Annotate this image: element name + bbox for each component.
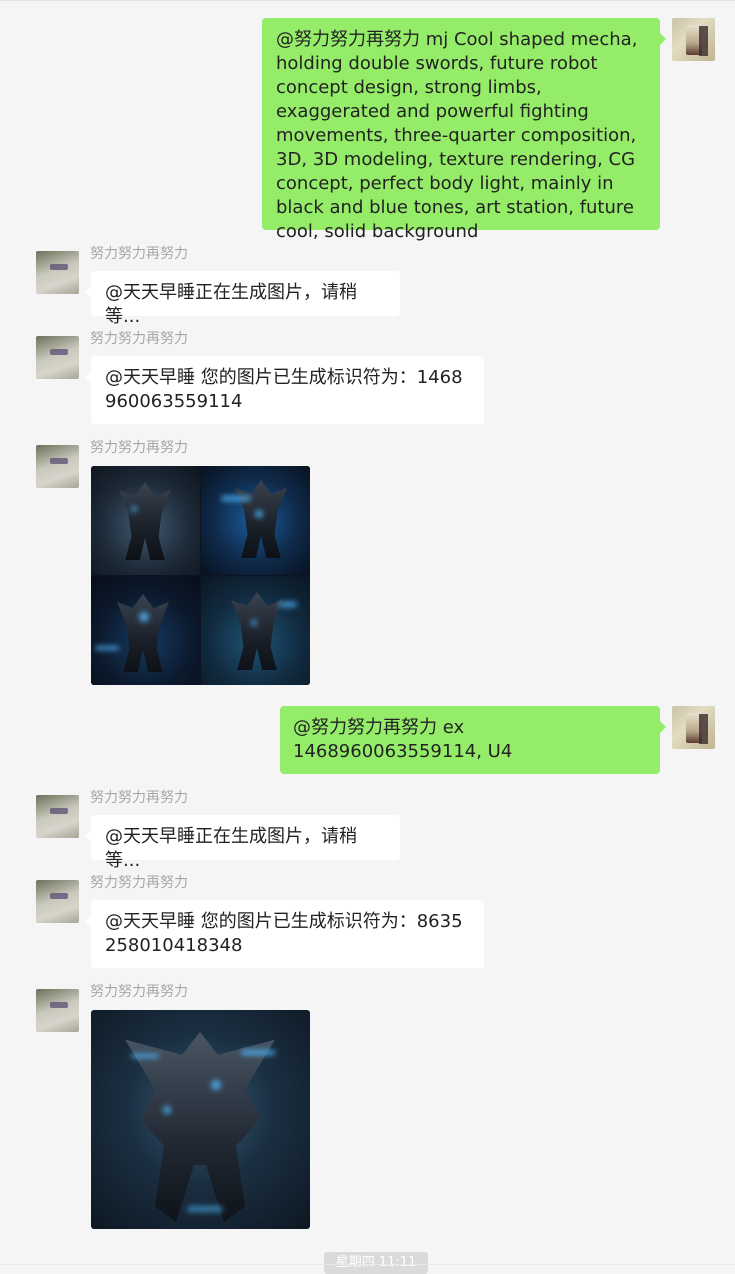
mecha-figure [125, 1032, 275, 1222]
image-variant-3 [91, 576, 200, 685]
my-avatar[interactable] [672, 706, 715, 749]
message-text: @天天早睡正在生成图片，请稍等... [105, 282, 357, 327]
contact-avatar[interactable] [36, 445, 79, 488]
image-variant-2 [201, 466, 310, 575]
sender-name: 努力努力再努力 [90, 875, 188, 891]
sender-name: 努力努力再努力 [90, 984, 188, 1000]
contact-avatar[interactable] [36, 880, 79, 923]
message-bubble-other[interactable]: @天天早睡正在生成图片，请稍等... [85, 271, 400, 327]
contact-avatar[interactable] [36, 251, 79, 294]
image-variant-4 [201, 576, 310, 685]
message-bubble-other[interactable]: @天天早睡 您的图片已生成标识符为：8635258010418348 [85, 900, 484, 968]
message-bubble-self[interactable]: @努力努力再努力 ex 1468960063559114, U4 [280, 706, 666, 774]
message-bubble-self[interactable]: @努力努力再努力 mj Cool shaped mecha, holding d… [262, 18, 666, 242]
top-divider [0, 0, 735, 1]
message-text: @努力努力再努力 ex 1468960063559114, U4 [293, 717, 513, 762]
sender-name: 努力努力再努力 [90, 331, 188, 347]
timestamp-badge: 星期四 11:11 [324, 1252, 428, 1274]
message-bubble-other[interactable]: @天天早睡正在生成图片，请稍等... [85, 815, 400, 871]
message-text: @天天早睡正在生成图片，请稍等... [105, 826, 357, 871]
bottom-divider [0, 1264, 735, 1265]
contact-avatar[interactable] [36, 795, 79, 838]
message-text: @天天早睡 您的图片已生成标识符为：8635258010418348 [105, 911, 463, 956]
contact-avatar[interactable] [36, 989, 79, 1032]
generated-image-upscaled[interactable] [91, 1010, 310, 1229]
contact-avatar[interactable] [36, 336, 79, 379]
message-text: @努力努力再努力 mj Cool shaped mecha, holding d… [276, 29, 638, 242]
sender-name: 努力努力再努力 [90, 440, 188, 456]
my-avatar[interactable] [672, 18, 715, 61]
message-bubble-other[interactable]: @天天早睡 您的图片已生成标识符为：1468960063559114 [85, 356, 484, 424]
sender-name: 努力努力再努力 [90, 790, 188, 806]
image-variant-1 [91, 466, 200, 575]
sender-name: 努力努力再努力 [90, 246, 188, 262]
message-text: @天天早睡 您的图片已生成标识符为：1468960063559114 [105, 367, 463, 412]
generated-image-grid[interactable] [91, 466, 310, 685]
